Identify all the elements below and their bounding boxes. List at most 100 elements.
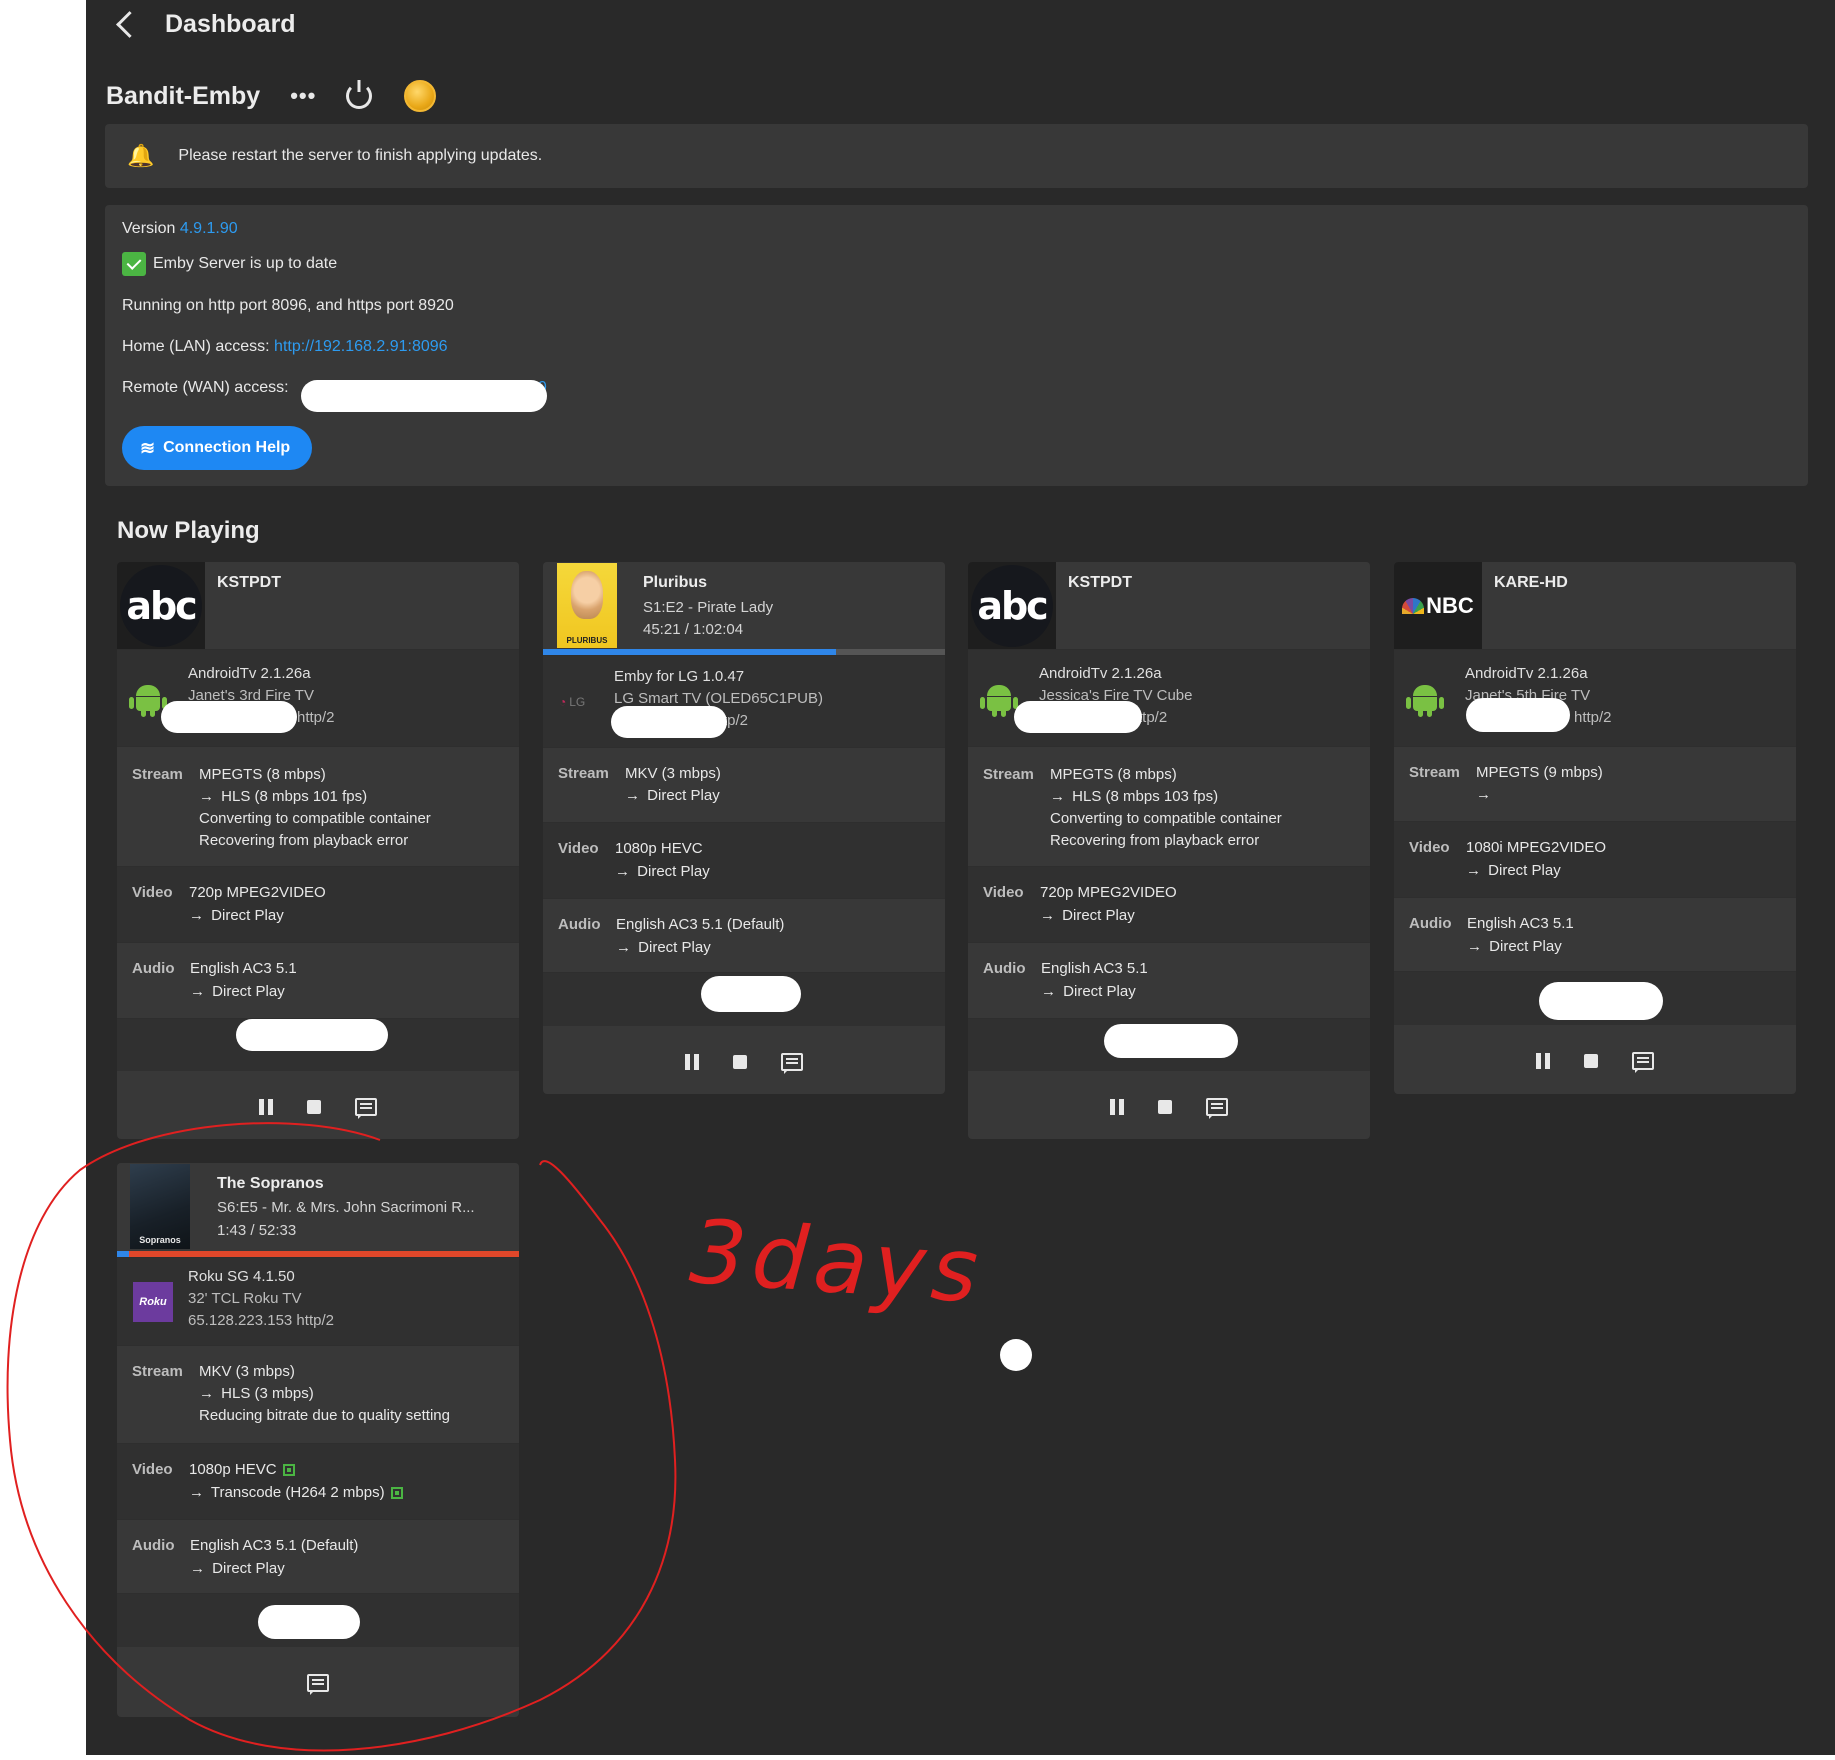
- handwritten-annotation: 3days: [686, 1199, 987, 1324]
- device-app: Roku SG 4.1.50: [188, 1268, 295, 1285]
- stream-target: → Direct Play: [625, 787, 720, 804]
- stream-note: Reducing bitrate due to quality setting: [199, 1407, 450, 1424]
- device-address: http/2: [1574, 709, 1612, 726]
- pause-icon[interactable]: [259, 1099, 273, 1115]
- card-header: abc KSTPDT: [117, 562, 519, 649]
- audio-value: English AC3 5.1: [1041, 960, 1148, 977]
- topbar: Dashboard: [116, 4, 296, 44]
- nbc-logo-icon: NBC: [1402, 593, 1474, 619]
- device-row: Roku Roku SG 4.1.50 32' TCL Roku TV 65.1…: [117, 1257, 519, 1345]
- stream-value: MPEGTS (8 mbps): [1050, 766, 1177, 783]
- hw-chip-icon: [390, 1487, 403, 1500]
- wifi-icon: ≋: [140, 437, 156, 458]
- episode[interactable]: S6:E5 - Mr. & Mrs. John Sacrimoni R...: [217, 1199, 475, 1216]
- audio-value: English AC3 5.1 (Default): [190, 1537, 359, 1554]
- audio-label: Audio: [558, 916, 601, 933]
- message-icon[interactable]: [355, 1098, 377, 1119]
- channel-logo[interactable]: abc: [117, 562, 205, 649]
- playback-controls: [1394, 1025, 1796, 1094]
- video-row: Video 1080p HEVC → Direct Play: [543, 822, 945, 898]
- premiere-badge-icon[interactable]: [404, 80, 437, 112]
- stream-value: MPEGTS (9 mbps): [1476, 764, 1603, 781]
- audio-target: → Direct Play: [190, 1560, 285, 1577]
- redaction-mark: [161, 701, 297, 733]
- version-label: Version: [122, 220, 176, 237]
- arrow-icon: →: [199, 788, 214, 805]
- check-icon: [122, 252, 146, 276]
- poster[interactable]: Sopranos: [117, 1163, 206, 1250]
- audio-row: Audio English AC3 5.1 (Default) → Direct…: [543, 898, 945, 972]
- stop-icon[interactable]: [307, 1100, 321, 1114]
- stop-icon[interactable]: [1584, 1054, 1598, 1068]
- redaction-mark: [236, 1019, 388, 1051]
- video-row: Video 720p MPEG2VIDEO → Direct Play: [968, 866, 1370, 942]
- stream-target: →: [1476, 786, 1491, 803]
- version-link[interactable]: 4.9.1.90: [180, 220, 238, 237]
- video-target: → Direct Play: [1466, 862, 1561, 879]
- audio-row: Audio English AC3 5.1 → Direct Play: [117, 942, 519, 1018]
- card-title[interactable]: KSTPDT: [217, 574, 281, 592]
- video-value: 1080p HEVC: [189, 1461, 295, 1478]
- pause-icon[interactable]: [1110, 1099, 1124, 1115]
- uptodate-text: Emby Server is up to date: [153, 255, 338, 273]
- stream-row: Stream MKV (3 mbps) → Direct Play: [543, 747, 945, 822]
- device-row: ◔ LG Emby for LG 1.0.47 LG Smart TV (OLED…: [543, 655, 945, 747]
- channel-logo[interactable]: abc: [968, 562, 1056, 649]
- white-dot-mark: [1000, 1339, 1032, 1371]
- audio-target: → Direct Play: [190, 983, 285, 1000]
- message-icon[interactable]: [307, 1674, 329, 1695]
- page-title: Dashboard: [165, 9, 296, 38]
- card-title[interactable]: Pluribus: [643, 574, 707, 592]
- stream-label: Stream: [558, 765, 609, 782]
- restart-alert: 🔔 Please restart the server to finish ap…: [105, 124, 1808, 188]
- stop-icon[interactable]: [1158, 1100, 1172, 1114]
- redaction-mark: [258, 1605, 360, 1639]
- stream-row: Stream MPEGTS (9 mbps) →: [1394, 746, 1796, 821]
- channel-logo[interactable]: NBC: [1394, 562, 1482, 649]
- poster[interactable]: PLURIBUS: [543, 562, 631, 649]
- pause-icon[interactable]: [1536, 1053, 1550, 1069]
- redaction-mark: [1539, 982, 1663, 1020]
- device-app: Emby for LG 1.0.47: [614, 668, 745, 685]
- audio-row: Audio English AC3 5.1 → Direct Play: [1394, 897, 1796, 971]
- stream-row: Stream MKV (3 mbps) → HLS (3 mbps) Reduc…: [117, 1345, 519, 1443]
- power-icon[interactable]: [346, 83, 373, 109]
- device-name: 32' TCL Roku TV: [188, 1290, 302, 1307]
- stream-note: Recovering from playback error: [199, 832, 409, 849]
- stop-icon[interactable]: [733, 1055, 747, 1069]
- stream-value: MKV (3 mbps): [625, 765, 721, 782]
- android-icon: [980, 681, 1018, 717]
- device-row: AndroidTv 2.1.26a Janet's 3rd Fire TV ht…: [117, 649, 519, 746]
- user-row: [543, 972, 945, 1026]
- message-icon[interactable]: [1632, 1052, 1654, 1073]
- card-header: NBC KARE-HD: [1394, 562, 1796, 649]
- audio-value: English AC3 5.1: [190, 960, 297, 977]
- ports-line: Running on http port 8096, and https por…: [122, 297, 454, 314]
- audio-target: → Direct Play: [616, 939, 711, 956]
- user-row: [117, 1018, 519, 1071]
- lan-label: Home (LAN) access:: [122, 338, 270, 355]
- device-name: LG Smart TV (OLED65C1PUB): [614, 690, 823, 707]
- lg-icon: ◔ LG: [559, 694, 586, 709]
- more-options-icon[interactable]: •••: [290, 83, 316, 109]
- pluribus-poster: PLURIBUS: [557, 563, 617, 648]
- connection-help-button[interactable]: ≋ Connection Help: [122, 426, 313, 470]
- video-value: 1080i MPEG2VIDEO: [1466, 839, 1607, 856]
- video-label: Video: [132, 884, 173, 901]
- back-arrow-icon[interactable]: [116, 10, 143, 38]
- message-icon[interactable]: [781, 1053, 803, 1074]
- card-title[interactable]: KARE-HD: [1494, 574, 1568, 592]
- episode[interactable]: S1:E2 - Pirate Lady: [643, 599, 773, 616]
- message-icon[interactable]: [1206, 1098, 1228, 1119]
- device-address: ttp/2: [1138, 709, 1168, 726]
- stream-value: MKV (3 mbps): [199, 1363, 295, 1380]
- card-title[interactable]: KSTPDT: [1068, 574, 1132, 592]
- playback-controls: [117, 1071, 519, 1139]
- abc-logo-icon: abc: [120, 564, 202, 647]
- video-label: Video: [558, 840, 599, 857]
- pause-icon[interactable]: [685, 1054, 699, 1070]
- audio-target: → Direct Play: [1467, 938, 1562, 955]
- session-card: PLURIBUS Pluribus S1:E2 - Pirate Lady 45…: [543, 562, 945, 1094]
- lan-link[interactable]: http://192.168.2.91:8096: [274, 338, 447, 355]
- card-title[interactable]: The Sopranos: [217, 1175, 324, 1193]
